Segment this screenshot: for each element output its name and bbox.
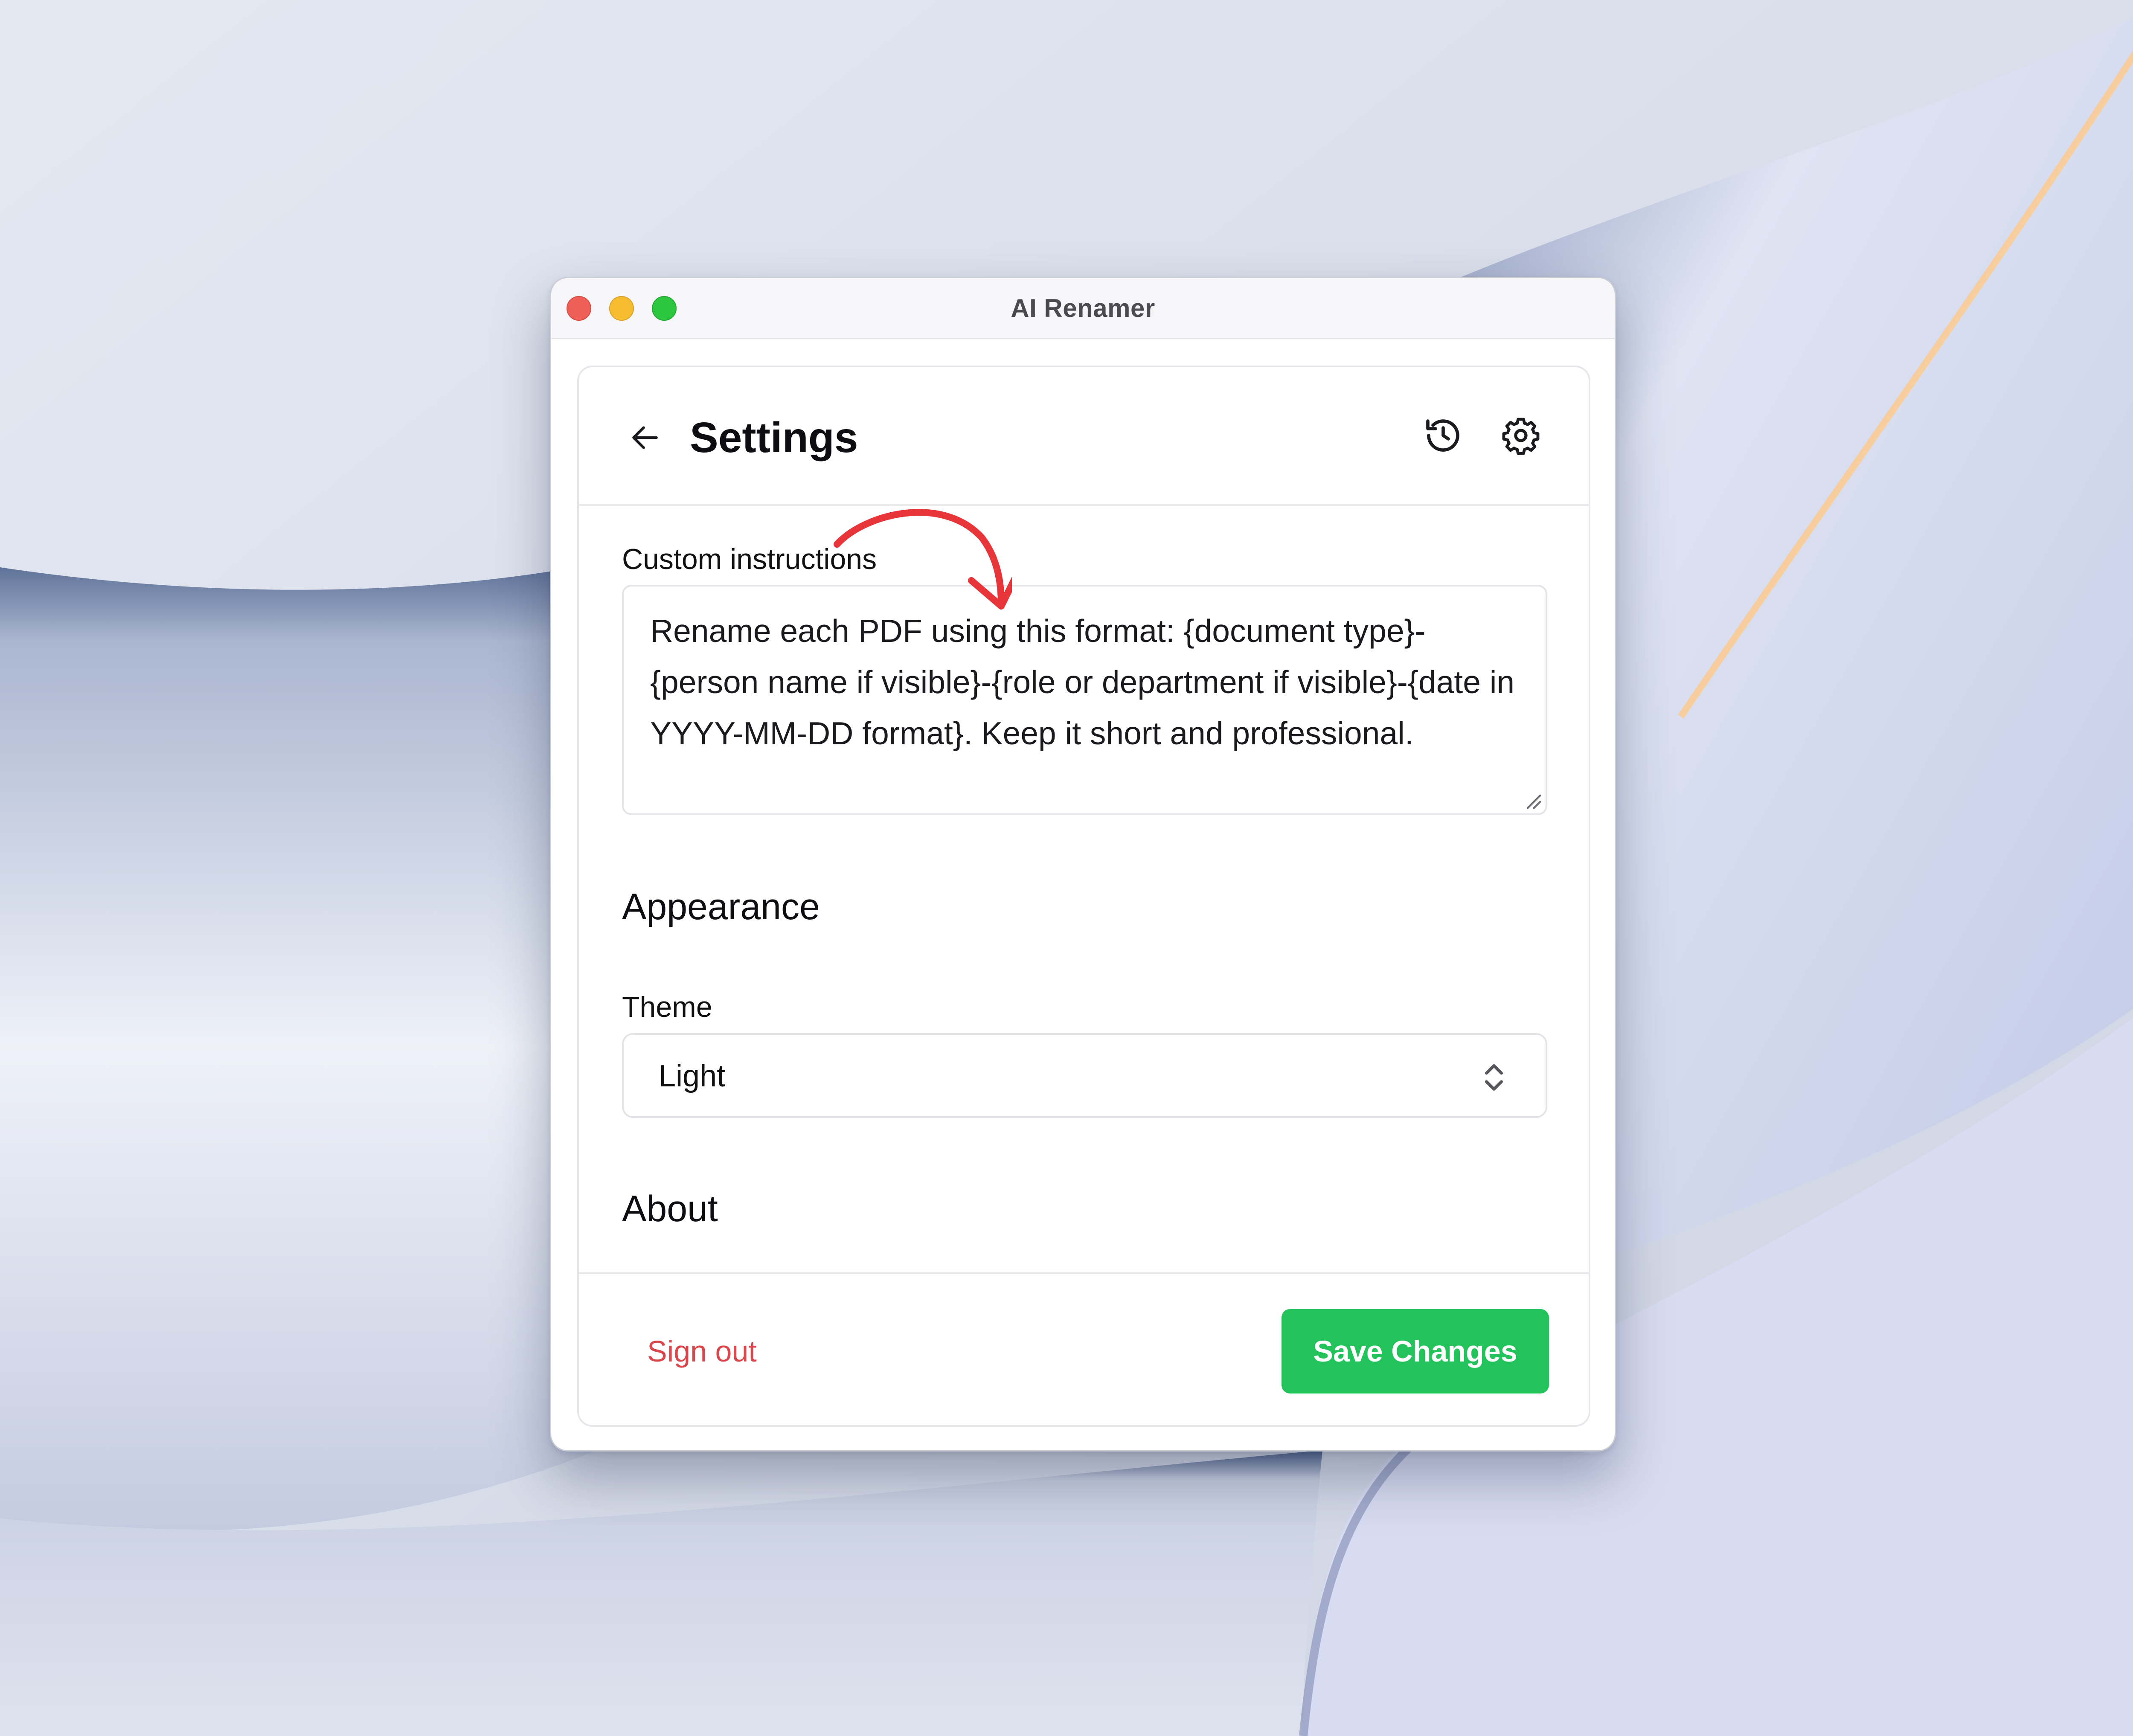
settings-footer: Sign out Save Changes (579, 1272, 1589, 1425)
arrow-left-icon[interactable] (628, 421, 662, 455)
about-heading: About (622, 1188, 718, 1229)
appearance-heading: Appearance (622, 886, 820, 927)
resize-grip-icon[interactable] (1523, 791, 1542, 810)
sign-out-button[interactable]: Sign out (647, 1332, 757, 1370)
app-window: AI Renamer Settings Custom instructions … (550, 277, 1616, 1452)
settings-card: Settings Custom instructions Rename each… (577, 366, 1590, 1427)
history-icon[interactable] (1423, 415, 1464, 456)
page-title: Settings (690, 414, 858, 462)
gear-icon[interactable] (1500, 415, 1541, 456)
window-title: AI Renamer (1011, 294, 1155, 322)
window-titlebar[interactable]: AI Renamer (551, 278, 1615, 339)
theme-label: Theme (622, 991, 712, 1023)
chevron-up-down-icon (1485, 1064, 1503, 1091)
custom-instructions-textarea[interactable]: Rename each PDF using this format: {docu… (622, 585, 1547, 815)
theme-select[interactable]: Light (622, 1033, 1547, 1118)
theme-select-value: Light (659, 1059, 726, 1093)
settings-header: Settings (579, 367, 1589, 506)
custom-instructions-label: Custom instructions (622, 543, 877, 575)
save-changes-button[interactable]: Save Changes (1282, 1309, 1549, 1393)
